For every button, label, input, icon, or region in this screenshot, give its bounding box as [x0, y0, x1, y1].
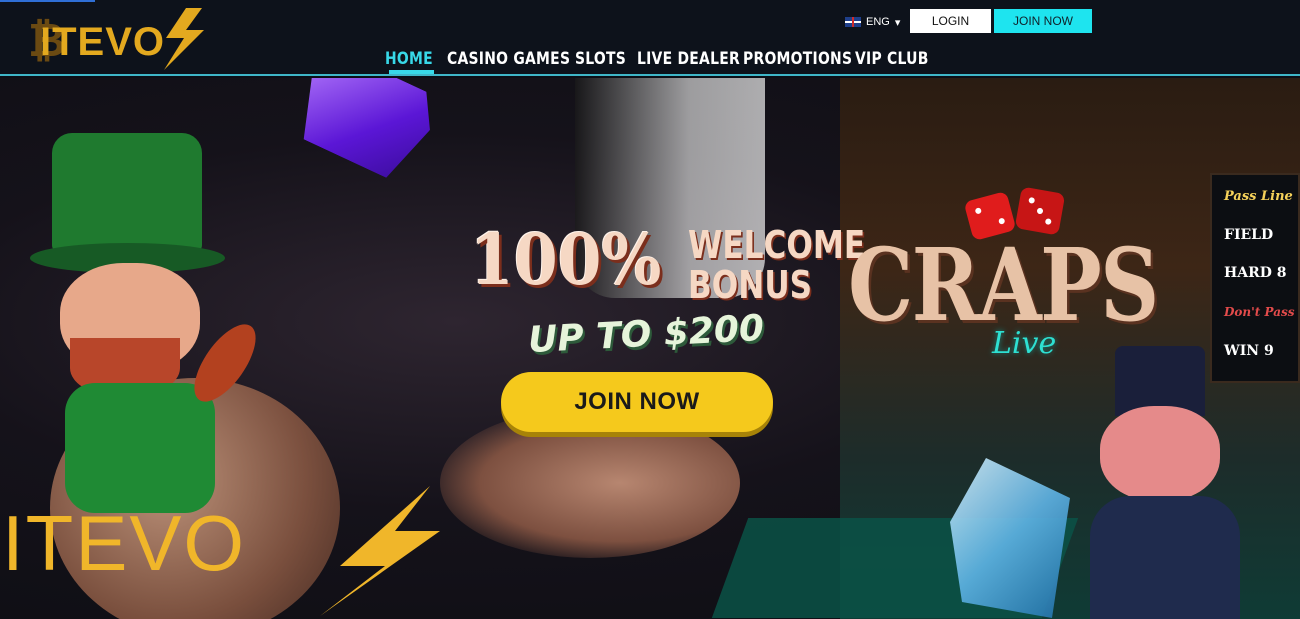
language-selector[interactable]: ENG ▾ — [845, 14, 900, 30]
nav-active-indicator — [389, 70, 434, 74]
leprechaun-character-image — [30, 133, 268, 513]
board-row: HARD 8 — [1224, 265, 1287, 281]
pig-character-image — [1080, 346, 1240, 619]
logo-text: ITEVO — [40, 20, 166, 64]
chevron-down-icon: ▾ — [894, 16, 901, 29]
pig-suit — [1090, 496, 1240, 619]
up-to-amount: UP TO $200 — [527, 307, 765, 362]
top-accent-bar — [0, 0, 95, 2]
hero-banner[interactable]: ITEVO 100% WELCOME BONUS UP TO $200 JOIN… — [0, 78, 1300, 619]
nav-item-vip-club[interactable]: VIP CLUB — [855, 49, 928, 69]
bottom-brand-logo: ITEVO — [0, 486, 450, 616]
pig-face — [1100, 406, 1220, 501]
nav-item-slots[interactable]: SLOTS — [575, 49, 626, 69]
uk-flag-icon — [845, 17, 861, 27]
leprechaun-hat — [52, 133, 202, 253]
board-row: Pass Line — [1224, 189, 1293, 204]
nav-item-promotions[interactable]: PROMOTIONS — [743, 49, 852, 69]
nav-item-casino-games[interactable]: CASINO GAMES — [447, 49, 570, 69]
site-logo[interactable]: ₿ ITEVO — [26, 8, 226, 70]
bonus-line: BONUS — [688, 263, 813, 307]
purple-gem-image — [286, 78, 444, 186]
craps-live-text: Live — [992, 326, 1057, 361]
bonus-percent: 100% — [470, 218, 662, 301]
nav-item-home[interactable]: HOME — [385, 49, 436, 69]
page: ₿ ITEVO ENG ▾ LOGIN JOIN NOW HOME CASINO… — [0, 0, 1300, 619]
lightning-bolt-icon — [320, 486, 440, 616]
join-now-hero-button[interactable]: JOIN NOW — [501, 372, 773, 432]
board-row: FIELD — [1224, 227, 1274, 243]
nav-item-live-dealer[interactable]: LIVE DEALER — [637, 49, 740, 69]
welcome-bonus-text: WELCOME BONUS — [688, 225, 865, 305]
site-header: ₿ ITEVO ENG ▾ LOGIN JOIN NOW HOME CASINO… — [0, 0, 1300, 76]
bottom-brand-text: ITEVO — [2, 499, 247, 587]
join-now-header-button[interactable]: JOIN NOW — [994, 9, 1092, 33]
language-label: ENG — [866, 16, 890, 28]
login-button[interactable]: LOGIN — [910, 9, 991, 33]
welcome-line: WELCOME — [688, 223, 866, 267]
main-nav: HOME CASINO GAMES SLOTS LIVE DEALER PROM… — [385, 44, 935, 74]
board-row: Don't Pass — [1224, 305, 1295, 319]
